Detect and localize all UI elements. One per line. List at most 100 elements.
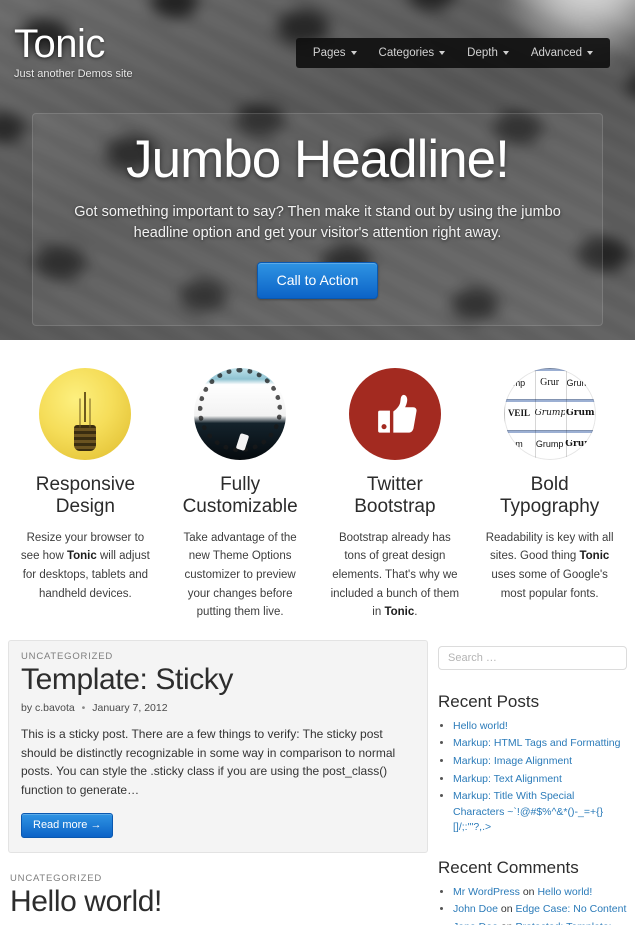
type-sample: Grum [566,409,595,419]
feature-title-line1: Twitter [366,474,423,495]
comment-post-link[interactable]: Hello world! [537,886,592,898]
widget-recent-comments: Recent Comments Mr WordPress on Hello wo… [438,858,627,925]
site-tagline: Just another Demos site [14,68,133,80]
nav-item-label: Advanced [530,47,582,59]
feature-text-after: uses some of Google's most popular fonts… [491,569,608,600]
post-category[interactable]: UNCATEGORIZED [21,651,415,662]
list-item[interactable]: Hello world! [453,719,627,735]
feature-bold-typography: mp Grur Grump VEIL Grumpy Grum m Grump G… [472,368,627,622]
site-branding: Tonic Just another Demos site [14,24,133,80]
comment-author-link[interactable]: Mr WordPress [453,886,520,898]
list-item[interactable]: Jane Doe on Protected: Template: Passwor… [453,920,627,925]
post-author-prefix: by [21,702,33,715]
post-item-sticky: UNCATEGORIZED Template: Sticky by c.bavo… [8,639,428,853]
widget-title: Recent Posts [438,691,540,711]
nav-item-label: Pages [312,47,346,59]
post-meta: by c.bavota • January 7, 2012 [21,702,415,714]
call-to-action-button[interactable]: Call to Action [256,262,379,300]
lightbulb-icon [39,368,132,460]
feature-title-line2: Design [55,496,115,518]
feature-text-after: . [414,606,418,619]
comment-post-link[interactable]: Edge Case: No Content [515,903,626,915]
meta-separator-icon: • [81,702,86,715]
type-sample: VEIL [507,409,530,419]
type-sample: mp [512,378,526,388]
feature-title-line1: Responsive [35,474,136,495]
feature-title-line2: Customizable [182,496,298,518]
recent-post-link[interactable]: Hello world! [453,720,508,732]
recent-comments-list: Mr WordPress on Hello world! John Doe on… [438,885,627,925]
dial-gauge-icon [194,368,287,460]
recent-posts-list: Hello world! Markup: HTML Tags and Forma… [438,719,627,836]
list-item[interactable]: John Doe on Edge Case: No Content [453,902,627,918]
hero-headline: Jumbo Headline! [126,130,510,189]
recent-post-link[interactable]: Markup: Image Alignment [453,755,572,767]
post-author[interactable]: c.bavota [35,702,75,714]
feature-fully-customizable: Fully Customizable Take advantage of the… [163,368,318,622]
feature-title: Responsive Design [18,474,153,519]
post-title[interactable]: Template: Sticky [21,663,415,697]
site-title[interactable]: Tonic [14,24,133,64]
post-category[interactable]: UNCATEGORIZED [10,873,426,884]
feature-title: Bold Typography [482,474,617,519]
list-item[interactable]: Markup: HTML Tags and Formatting [453,736,627,752]
posts-column: UNCATEGORIZED Template: Sticky by c.bavo… [8,639,428,925]
typography-specimen-icon: mp Grur Grump VEIL Grumpy Grum m Grump G… [503,368,596,460]
thumbs-up-icon [348,368,441,460]
read-more-button[interactable]: Read more → [21,812,114,838]
feature-title-line1: Bold Typography [499,474,600,518]
feature-text: Resize your browser to see how Tonic wil… [18,529,153,604]
recent-post-link[interactable]: Markup: Title With Special Characters ~`… [453,790,603,833]
chevron-down-icon [502,51,509,55]
site-header-hero: Tonic Just another Demos site Pages Cate… [0,0,635,340]
main-navigation[interactable]: Pages Categories Depth Advanced [295,38,610,68]
feature-title-line1: Fully [220,474,261,495]
sidebar: Recent Posts Hello world! Markup: HTML T… [438,640,627,925]
comment-author-link[interactable]: Jane Doe [453,921,498,925]
type-sample: Grump [535,440,564,450]
list-item[interactable]: Markup: Text Alignment [453,772,627,788]
hero-subtext: Got something important to say? Then mak… [74,204,561,242]
chevron-down-icon [587,51,593,55]
feature-responsive-design: Responsive Design Resize your browser to… [8,368,163,622]
nav-item-categories[interactable]: Categories [368,38,457,68]
list-item[interactable]: Markup: Image Alignment [453,754,627,770]
recent-post-link[interactable]: Markup: Text Alignment [453,773,562,785]
chevron-down-icon [350,51,357,55]
widget-title: Recent Comments [438,857,579,877]
hero-jumbotron: Jumbo Headline! Got something important … [32,113,603,327]
feature-text: Readability is key with all sites. Good … [482,529,617,604]
feature-title: Fully Customizable [173,474,308,519]
type-sample: Grumpy [534,409,565,419]
post-item-hello-world: UNCATEGORIZED Hello world! by c.bavota •… [8,863,428,925]
recent-post-link[interactable]: Markup: HTML Tags and Formatting [453,737,620,749]
widget-recent-posts: Recent Posts Hello world! Markup: HTML T… [438,692,627,836]
list-item[interactable]: Mr WordPress on Hello world! [453,885,627,901]
feature-text: Bootstrap already has tons of great desi… [328,529,463,622]
post-excerpt: This is a sticky post. There are a few t… [21,727,396,797]
type-sample: Grump [566,378,595,388]
feature-twitter-bootstrap: Twitter Bootstrap Bootstrap already has … [318,368,473,622]
feature-text: Take advantage of the new Theme Options … [173,529,308,622]
feature-title-line2: Bootstrap [354,496,436,518]
post-date: January 7, 2012 [92,702,168,715]
feature-text-before: Take advantage of the new Theme Options … [183,531,297,619]
search-input[interactable] [438,645,627,670]
comment-author-link[interactable]: John Doe [453,903,498,915]
comment-on-label: on [501,921,513,925]
nav-item-pages[interactable]: Pages [302,38,368,68]
list-item[interactable]: Markup: Title With Special Characters ~`… [453,789,627,836]
feature-title: Twitter Bootstrap [328,474,463,519]
comment-on-label: on [522,885,535,898]
comment-on-label: on [500,903,513,916]
feature-text-bold: Tonic [66,550,97,563]
feature-text-bold: Tonic [579,550,610,563]
nav-item-advanced[interactable]: Advanced [520,38,604,68]
nav-item-label: Depth [467,47,498,59]
nav-item-depth[interactable]: Depth [456,38,520,68]
type-sample: Grump [565,440,595,450]
post-title[interactable]: Hello world! [10,885,426,919]
chevron-down-icon [439,51,446,55]
feature-text-bold: Tonic [384,606,415,619]
type-sample: Grur [540,378,560,389]
